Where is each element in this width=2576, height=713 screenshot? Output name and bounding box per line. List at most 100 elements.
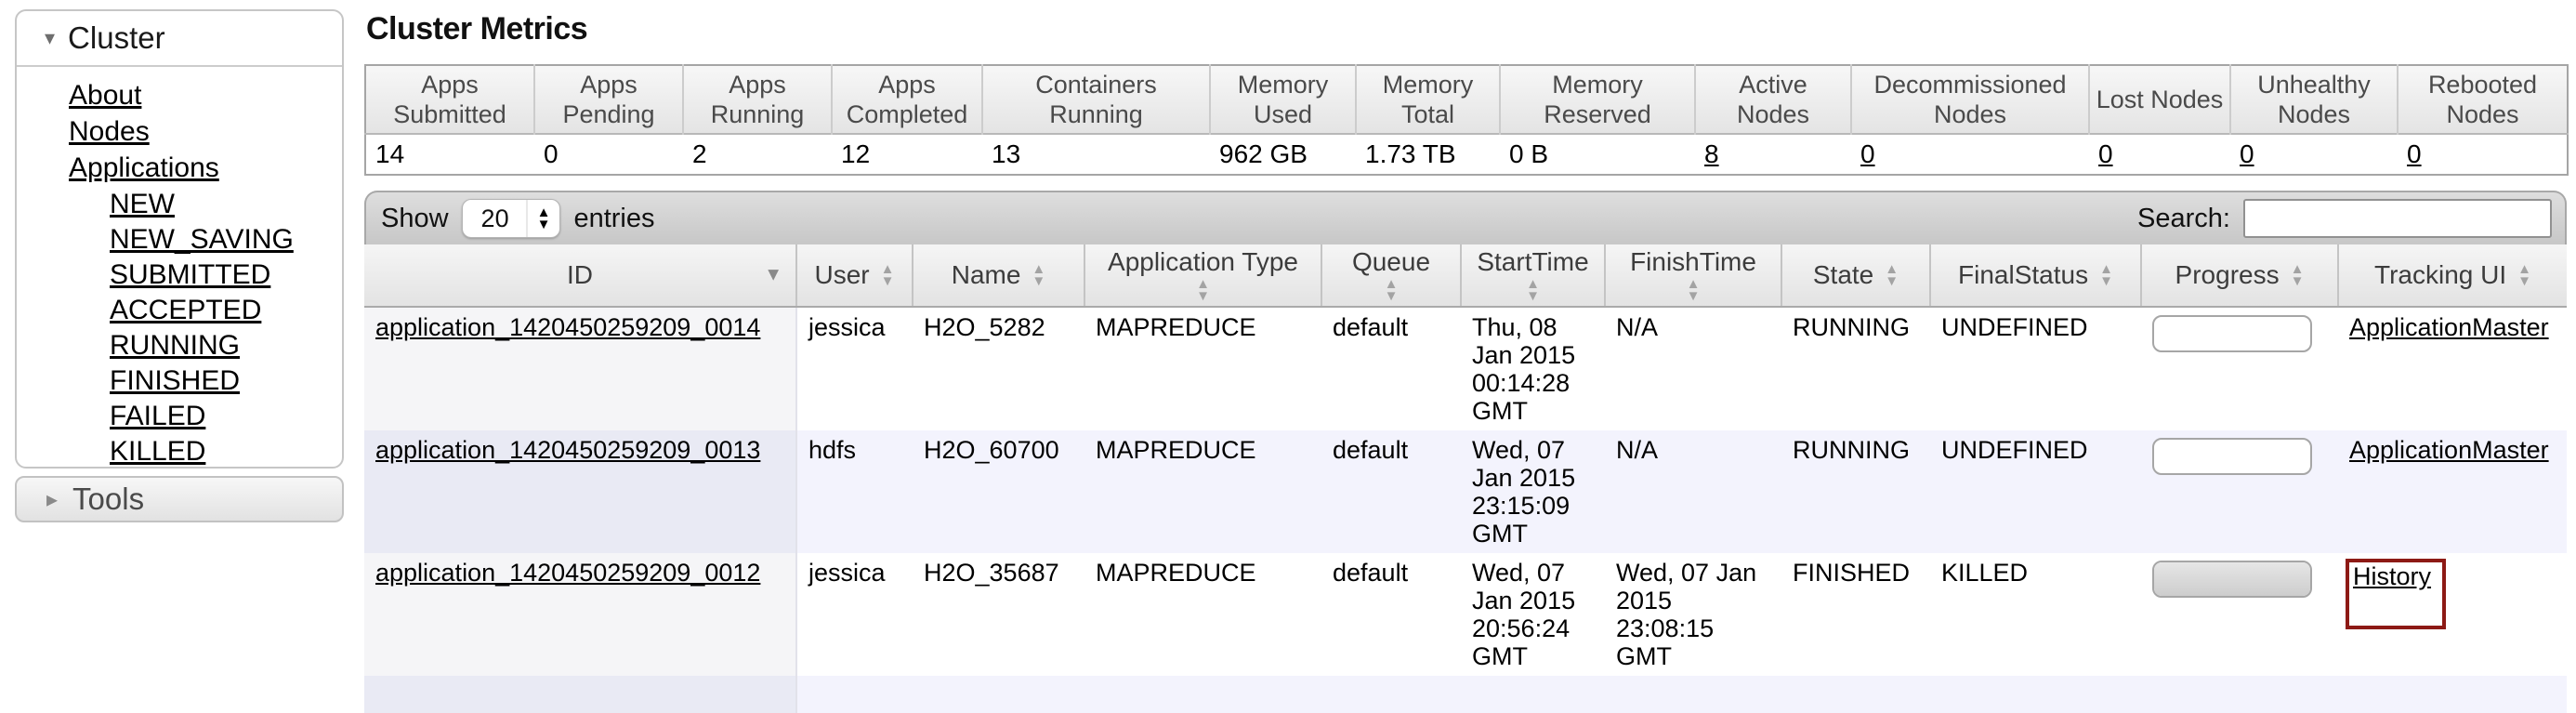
column-header-application-type[interactable]: Application Type ▲▼: [1084, 244, 1321, 307]
metric-value-containers-running: 13: [982, 134, 1210, 175]
metric-header-memory-used: Memory Used: [1210, 65, 1356, 134]
sidebar-item-new-saving: NEW_SAVING: [110, 224, 342, 259]
tracking-ui-link[interactable]: ApplicationMaster: [2349, 313, 2549, 341]
application-id-link[interactable]: application_1420450259209_0014: [375, 313, 760, 341]
cell-application-type: MAPREDUCE: [1084, 430, 1321, 553]
column-header-queue[interactable]: Queue ▲▼: [1321, 244, 1461, 307]
sidebar-item-applications: Applications: [69, 152, 342, 189]
cell-progress: [2141, 553, 2338, 676]
cell-queue: default: [1321, 430, 1461, 553]
application-id-link[interactable]: application_1420450259209_0013: [375, 436, 760, 464]
rebooted-nodes-link[interactable]: 0: [2407, 139, 2422, 168]
state-failed-link[interactable]: FAILED: [110, 401, 205, 431]
tracking-ui-link[interactable]: History: [2353, 562, 2431, 590]
metric-header-unhealthy-nodes: Unhealthy Nodes: [2230, 65, 2398, 134]
cell-finalstatus: UNDEFINED: [1930, 430, 2141, 553]
sort-both-icon: ▲▼: [1526, 278, 1540, 302]
column-header-finishtime[interactable]: FinishTime ▲▼: [1605, 244, 1781, 307]
table-header-row: ID ▼ User ▲▼ Name ▲▼ Application Type ▲▼…: [364, 244, 2567, 307]
cell-name: H2O_35687: [913, 553, 1084, 676]
column-header-starttime[interactable]: StartTime ▲▼: [1461, 244, 1605, 307]
progress-bar: [2152, 315, 2312, 352]
tracking-ui-link[interactable]: ApplicationMaster: [2349, 436, 2549, 464]
cell-user: jessica: [796, 307, 913, 430]
history-link-highlight-box: History: [2346, 559, 2446, 629]
sort-both-icon: ▲▼: [1885, 263, 1899, 287]
table-controls-bar: Show 20 ▲▼ entries Search:: [364, 191, 2567, 244]
metric-value-apps-pending: 0: [534, 134, 683, 175]
column-header-finalstatus[interactable]: FinalStatus ▲▼: [1930, 244, 2141, 307]
applications-table: ID ▼ User ▲▼ Name ▲▼ Application Type ▲▼…: [364, 244, 2567, 713]
cell-user: jessica: [796, 553, 913, 676]
metric-header-containers-running: Containers Running: [982, 65, 1210, 134]
column-header-user[interactable]: User ▲▼: [796, 244, 913, 307]
cell-name: H2O_60700: [913, 430, 1084, 553]
metric-value-memory-used: 962 GB: [1210, 134, 1356, 175]
metric-value-memory-reserved: 0 B: [1500, 134, 1695, 175]
column-header-state[interactable]: State ▲▼: [1781, 244, 1930, 307]
cell-name: H2O_5282: [913, 307, 1084, 430]
metric-value-apps-completed: 12: [832, 134, 982, 175]
sidebar: ▾ Cluster About Nodes Applications NEW N…: [15, 9, 344, 469]
cell-progress: [2141, 307, 2338, 430]
search-input[interactable]: [2243, 199, 2552, 238]
lost-nodes-link[interactable]: 0: [2098, 139, 2113, 168]
cell-starttime: Thu, 08 Jan 2015 00:14:28 GMT: [1461, 307, 1605, 430]
cell-application-type: MAPREDUCE: [1084, 307, 1321, 430]
state-killed-link[interactable]: KILLED: [110, 436, 205, 467]
state-accepted-link[interactable]: ACCEPTED: [110, 295, 261, 325]
state-new-saving-link[interactable]: NEW_SAVING: [110, 224, 294, 255]
state-finished-link[interactable]: FINISHED: [110, 365, 240, 396]
metric-header-apps-completed: Apps Completed: [832, 65, 982, 134]
cell-finishtime: Wed, 07 Jan 2015 23:08:15 GMT: [1605, 553, 1781, 676]
cell-queue: default: [1321, 307, 1461, 430]
sidebar-item-failed: FAILED: [110, 401, 342, 436]
unhealthy-nodes-link[interactable]: 0: [2240, 139, 2254, 168]
applications-link[interactable]: Applications: [69, 152, 219, 183]
table-row-partial: [364, 676, 2567, 713]
sidebar-item-new: NEW: [110, 189, 342, 224]
column-header-id[interactable]: ID ▼: [364, 244, 796, 307]
cell-finishtime: N/A: [1605, 430, 1781, 553]
cell-user: hdfs: [796, 430, 913, 553]
column-header-tracking-ui[interactable]: Tracking UI ▲▼: [2338, 244, 2567, 307]
sidebar-item-submitted: SUBMITTED: [110, 259, 342, 295]
page-size-select[interactable]: 20 ▲▼: [462, 199, 561, 238]
metric-value-memory-total: 1.73 TB: [1356, 134, 1500, 175]
cell-application-type: MAPREDUCE: [1084, 553, 1321, 676]
cell-queue: default: [1321, 553, 1461, 676]
sort-descending-icon: ▼: [764, 265, 782, 286]
state-submitted-link[interactable]: SUBMITTED: [110, 259, 270, 290]
sidebar-item-running: RUNNING: [110, 330, 342, 365]
main-content: Cluster Metrics Apps Submitted Apps Pend…: [364, 0, 2569, 713]
sort-both-icon: ▲▼: [1032, 263, 1045, 287]
column-header-progress[interactable]: Progress ▲▼: [2141, 244, 2338, 307]
metric-value-apps-submitted: 14: [365, 134, 534, 175]
metric-header-decommissioned-nodes: Decommissioned Nodes: [1851, 65, 2089, 134]
cell-finalstatus: UNDEFINED: [1930, 307, 2141, 430]
tools-section-header[interactable]: ▸ Tools: [15, 476, 344, 522]
nodes-link[interactable]: Nodes: [69, 116, 150, 147]
application-id-link[interactable]: application_1420450259209_0012: [375, 559, 760, 587]
active-nodes-link[interactable]: 8: [1704, 139, 1719, 168]
cell-progress: [2141, 430, 2338, 553]
cell-finishtime: N/A: [1605, 307, 1781, 430]
sort-both-icon: ▲▼: [2517, 263, 2531, 287]
metric-header-rebooted-nodes: Rebooted Nodes: [2398, 65, 2568, 134]
sort-both-icon: ▲▼: [2291, 263, 2305, 287]
sort-both-icon: ▲▼: [881, 263, 895, 287]
state-running-link[interactable]: RUNNING: [110, 330, 240, 361]
sort-both-icon: ▲▼: [2099, 263, 2113, 287]
about-link[interactable]: About: [69, 80, 141, 111]
sort-both-icon: ▲▼: [1687, 278, 1701, 302]
show-label: Show: [381, 204, 449, 234]
sidebar-item-nodes: Nodes: [69, 116, 342, 152]
decommissioned-nodes-link[interactable]: 0: [1860, 139, 1875, 168]
sidebar-item-killed: KILLED: [110, 436, 342, 471]
column-header-name[interactable]: Name ▲▼: [913, 244, 1084, 307]
sidebar-item-finished: FINISHED: [110, 365, 342, 401]
cluster-section-header[interactable]: ▾ Cluster: [17, 11, 342, 67]
sort-both-icon: ▲▼: [1385, 278, 1399, 302]
state-new-link[interactable]: NEW: [110, 189, 175, 219]
tools-section-title: Tools: [72, 482, 144, 517]
